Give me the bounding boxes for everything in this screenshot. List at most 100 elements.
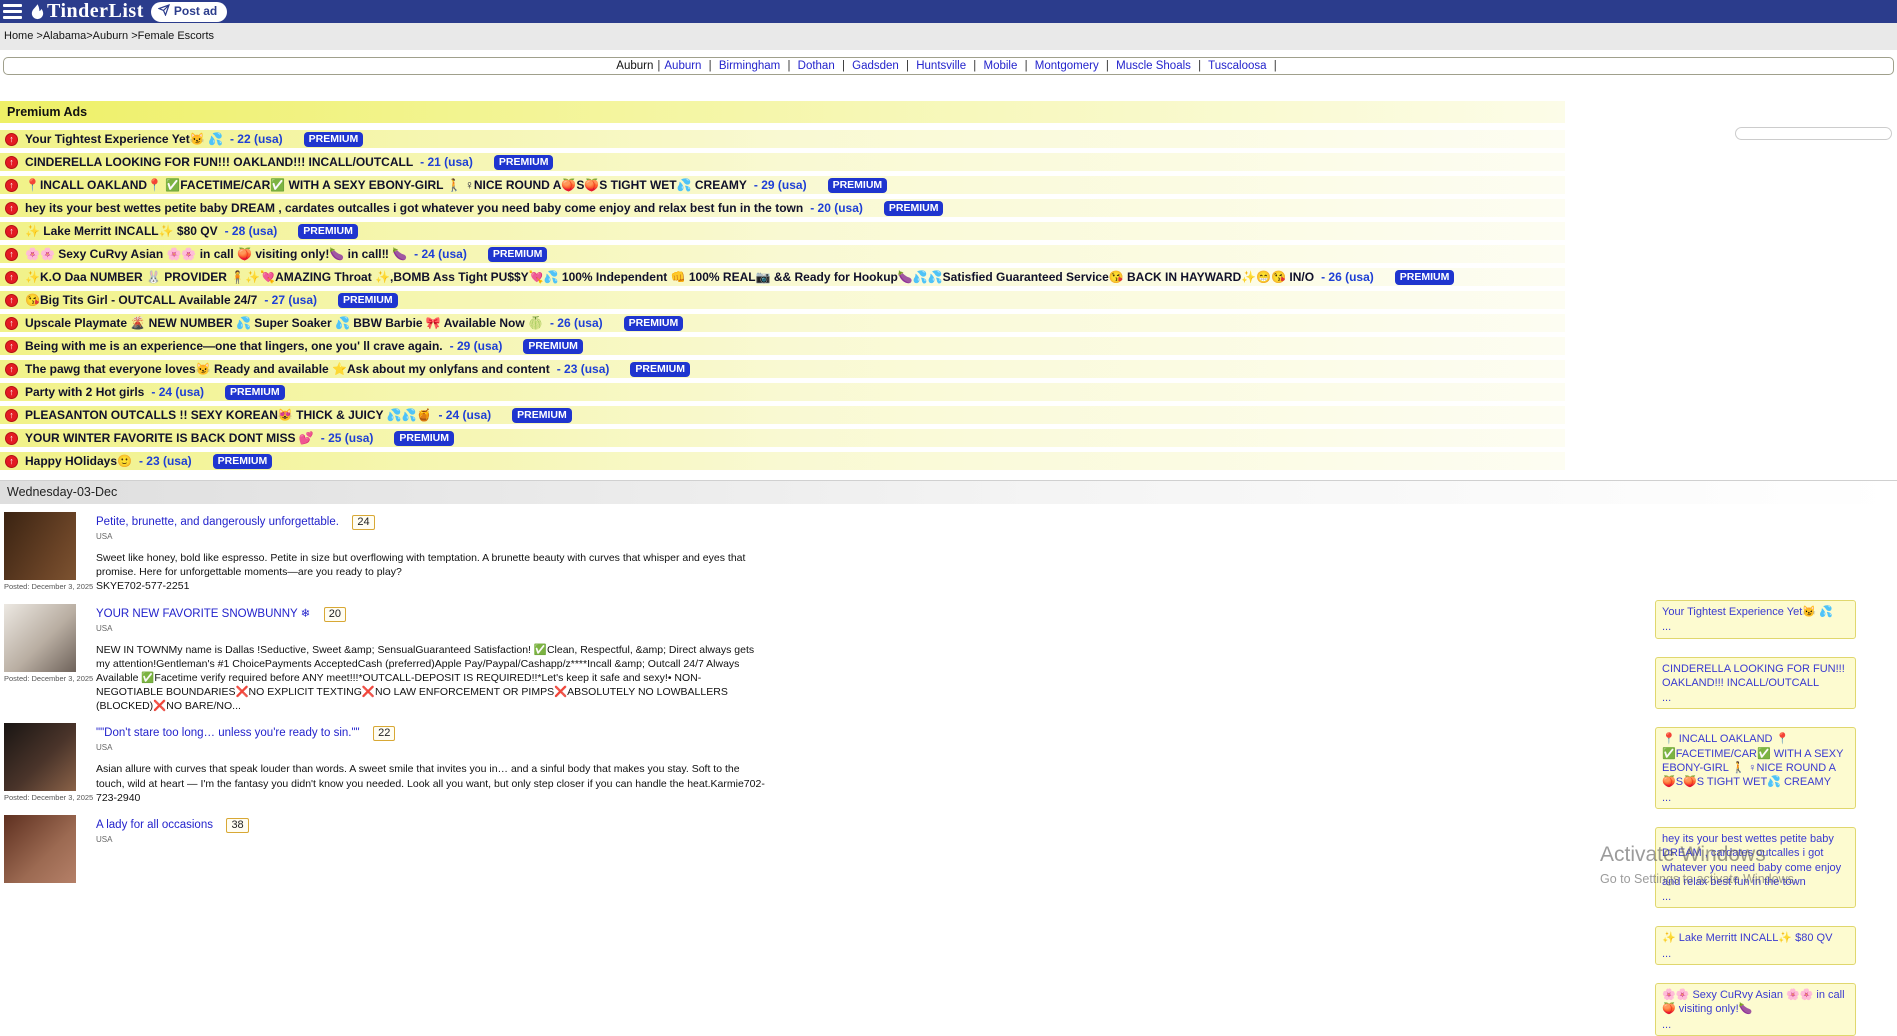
premium-ad-row[interactable]: YOUR WINTER FAVORITE IS BACK DONT MISS 💕… — [0, 429, 1565, 447]
premium-ad-title[interactable]: Being with me is an experience—one that … — [25, 339, 443, 353]
premium-ad-title[interactable]: Upscale Playmate 🌋 NEW NUMBER 💦 Super So… — [25, 316, 543, 330]
post-ad-button[interactable]: Post ad — [151, 2, 227, 22]
up-arrow-icon — [5, 225, 18, 238]
premium-ad-row[interactable]: Upscale Playmate 🌋 NEW NUMBER 💦 Super So… — [0, 314, 1565, 332]
premium-ad-title[interactable]: ✨K.O Daa NUMBER 🐰 PROVIDER 🧍✨💘AMAZING Th… — [25, 270, 1314, 284]
separator: | — [783, 60, 794, 72]
listing-description: NEW IN TOWNMy name is Dallas !Seductive,… — [96, 643, 768, 714]
premium-ad-title[interactable]: 🌸🌸 Sexy CuRvy Asian 🌸🌸 in call 🍑 visitin… — [25, 247, 407, 261]
listings: Posted: December 3, 2025 Petite, brunett… — [4, 512, 1897, 885]
premium-ad-title[interactable]: YOUR WINTER FAVORITE IS BACK DONT MISS 💕 — [25, 431, 314, 445]
listing-title-link[interactable]: A lady for all occasions — [96, 819, 213, 831]
premium-ad-row[interactable]: Party with 2 Hot girls - 24 (usa) PREMIU… — [0, 383, 1565, 401]
listing-posted-date: Posted: December 3, 2025 — [4, 582, 93, 591]
up-arrow-icon — [5, 179, 18, 192]
listing-title-link[interactable]: Petite, brunette, and dangerously unforg… — [96, 516, 339, 528]
sidebar-premium-card[interactable]: 🌸🌸 Sexy CuRvy Asian 🌸🌸 in call 🍑 visitin… — [1655, 983, 1856, 1036]
listing-thumbnail[interactable] — [4, 512, 76, 580]
premium-ad-title[interactable]: Happy HOlidays🙂 — [25, 454, 132, 468]
separator: | — [1102, 60, 1113, 72]
premium-ad-row[interactable]: 📍INCALL OAKLAND📍 ✅FACETIME/CAR✅ WITH A S… — [0, 176, 1565, 194]
city-links: Auburn | Birmingham | Dothan | Gadsden |… — [664, 60, 1280, 72]
paper-plane-icon — [158, 4, 170, 19]
sidebar-premium-card[interactable]: hey its your best wettes petite baby DRE… — [1655, 827, 1856, 908]
premium-ad-title[interactable]: ✨ Lake Merritt INCALL✨ $80 QV — [25, 224, 218, 238]
premium-ad-title[interactable]: Your Tightest Experience Yet😼 💦 — [25, 132, 223, 146]
premium-ad-row[interactable]: 😘Big Tits Girl - OUTCALL Available 24/7 … — [0, 291, 1565, 309]
sidebar-premium-card[interactable]: 📍 INCALL OAKLAND 📍 ✅FACETIME/CAR✅ WITH A… — [1655, 727, 1856, 808]
premium-ad-title[interactable]: PLEASANTON OUTCALLS !! SEXY KOREAN😻 THIC… — [25, 408, 431, 422]
sidebar-premium-card-more: ... — [1662, 947, 1849, 961]
listing-thumbnail[interactable] — [4, 815, 76, 883]
breadcrumb-bar: Home >Alabama>Auburn >Female Escorts — [0, 23, 1897, 50]
premium-ad-title[interactable]: The pawg that everyone loves😼 Ready and … — [25, 362, 550, 376]
sidebar-premium-card[interactable]: Your Tightest Experience Yet😼 💦 ... — [1655, 600, 1856, 639]
listing-country: USA — [96, 743, 1897, 752]
premium-badge: PREMIUM — [1395, 270, 1455, 285]
premium-ad-title[interactable]: Party with 2 Hot girls — [25, 385, 144, 399]
site-logo-text[interactable]: TinderList — [47, 0, 144, 23]
premium-ad-title[interactable]: hey its your best wettes petite baby DRE… — [25, 201, 803, 215]
site-logo[interactable]: TinderList — [29, 0, 144, 23]
premium-ad-row[interactable]: ✨K.O Daa NUMBER 🐰 PROVIDER 🧍✨💘AMAZING Th… — [0, 268, 1565, 286]
city-link[interactable]: Dothan — [798, 60, 835, 72]
floating-input-box[interactable] — [1735, 127, 1892, 140]
sidebar-premium-card-text[interactable]: ✨ Lake Merritt INCALL✨ $80 QV — [1662, 931, 1849, 945]
sidebar-premium-card-text[interactable]: hey its your best wettes petite baby DRE… — [1662, 832, 1849, 889]
sidebar-premium-card-text[interactable]: 📍 INCALL OAKLAND 📍 ✅FACETIME/CAR✅ WITH A… — [1662, 732, 1849, 789]
premium-badge: PREMIUM — [304, 132, 364, 147]
listing-country: USA — [96, 532, 1897, 541]
listing-description: Sweet like honey, bold like espresso. Pe… — [96, 551, 768, 579]
premium-ad-row[interactable]: hey its your best wettes petite baby DRE… — [0, 199, 1565, 217]
premium-ad-title[interactable]: 😘Big Tits Girl - OUTCALL Available 24/7 — [25, 293, 257, 307]
premium-ad-row[interactable]: PLEASANTON OUTCALLS !! SEXY KOREAN😻 THIC… — [0, 406, 1565, 424]
up-arrow-icon — [5, 386, 18, 399]
city-link-wrap: Montgomery | — [1035, 60, 1116, 72]
premium-ad-row[interactable]: 🌸🌸 Sexy CuRvy Asian 🌸🌸 in call 🍑 visitin… — [0, 245, 1565, 263]
up-arrow-icon — [5, 248, 18, 261]
sidebar-premium-card-text[interactable]: CINDERELLA LOOKING FOR FUN!!! OAKLAND!!!… — [1662, 662, 1849, 691]
premium-ad-title[interactable]: CINDERELLA LOOKING FOR FUN!!! OAKLAND!!!… — [25, 155, 413, 169]
separator: | — [902, 60, 913, 72]
premium-ad-title[interactable]: 📍INCALL OAKLAND📍 ✅FACETIME/CAR✅ WITH A S… — [25, 178, 747, 192]
sidebar-premium-card[interactable]: CINDERELLA LOOKING FOR FUN!!! OAKLAND!!!… — [1655, 657, 1856, 710]
city-link[interactable]: Gadsden — [852, 60, 899, 72]
sidebar-premium-card-text[interactable]: 🌸🌸 Sexy CuRvy Asian 🌸🌸 in call 🍑 visitin… — [1662, 988, 1849, 1017]
city-link[interactable]: Muscle Shoals — [1116, 60, 1191, 72]
menu-icon[interactable] — [3, 4, 22, 19]
separator: | — [969, 60, 980, 72]
listing-row: A lady for all occasions 38 USA — [4, 815, 1897, 885]
premium-ad-row[interactable]: ✨ Lake Merritt INCALL✨ $80 QV - 28 (usa)… — [0, 222, 1565, 240]
premium-ad-row[interactable]: Happy HOlidays🙂 - 23 (usa) PREMIUM — [0, 452, 1565, 470]
city-link[interactable]: Auburn — [664, 60, 701, 72]
listing-title-link[interactable]: ""Don't stare too long… unless you're re… — [96, 727, 360, 739]
separator: | — [1021, 60, 1032, 72]
premium-badge: PREMIUM — [828, 178, 888, 193]
up-arrow-icon — [5, 432, 18, 445]
premium-ad-row[interactable]: Your Tightest Experience Yet😼 💦 - 22 (us… — [0, 130, 1565, 148]
premium-ad-row[interactable]: Being with me is an experience—one that … — [0, 337, 1565, 355]
premium-ad-row[interactable]: The pawg that everyone loves😼 Ready and … — [0, 360, 1565, 378]
listing-title-link[interactable]: YOUR NEW FAVORITE SNOWBUNNY ❄ — [96, 608, 310, 620]
premium-badge: PREMIUM — [512, 408, 572, 423]
premium-ad-age: - 22 (usa) — [230, 132, 283, 146]
sidebar-premium-card[interactable]: ✨ Lake Merritt INCALL✨ $80 QV ... — [1655, 926, 1856, 965]
listing-row: Posted: December 3, 2025 YOUR NEW FAVORI… — [4, 604, 1897, 714]
city-link[interactable]: Montgomery — [1035, 60, 1099, 72]
city-link-wrap: Birmingham | — [719, 60, 798, 72]
listing-age-badge: 24 — [352, 515, 374, 530]
premium-ad-age: - 27 (usa) — [264, 293, 317, 307]
sidebar-premium-card-more: ... — [1662, 1018, 1849, 1032]
listing-thumbnail[interactable] — [4, 604, 76, 672]
city-link[interactable]: Tuscaloosa — [1208, 60, 1266, 72]
city-link[interactable]: Birmingham — [719, 60, 780, 72]
separator: | — [1194, 60, 1205, 72]
city-link-wrap: Huntsville | — [916, 60, 983, 72]
premium-ad-row[interactable]: CINDERELLA LOOKING FOR FUN!!! OAKLAND!!!… — [0, 153, 1565, 171]
premium-sidebar: Your Tightest Experience Yet😼 💦 ... CIND… — [1655, 600, 1856, 1036]
listing-thumbnail[interactable] — [4, 723, 76, 791]
sidebar-premium-card-text[interactable]: Your Tightest Experience Yet😼 💦 — [1662, 605, 1849, 619]
breadcrumb[interactable]: Home >Alabama>Auburn >Female Escorts — [4, 30, 214, 42]
city-link[interactable]: Mobile — [984, 60, 1018, 72]
city-link[interactable]: Huntsville — [916, 60, 966, 72]
